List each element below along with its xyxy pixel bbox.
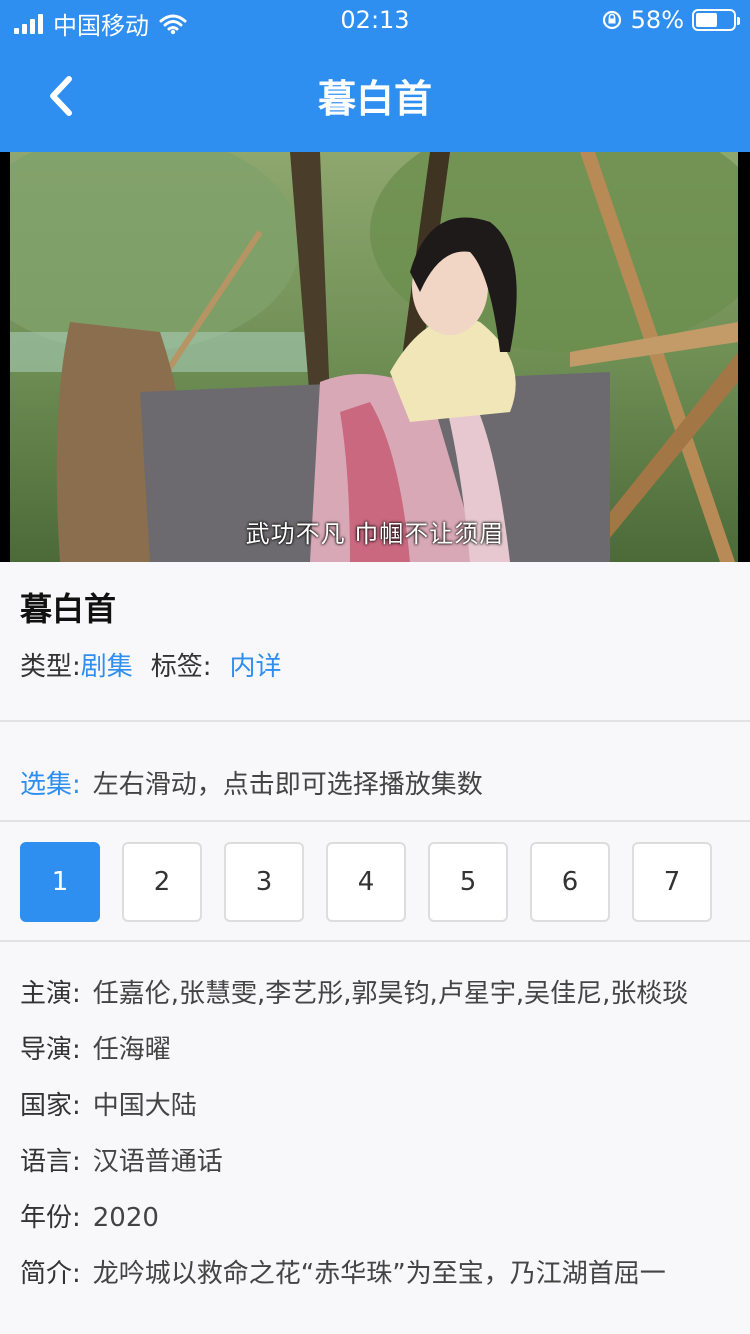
title-section: 暮白首 类型: 剧集 标签: 内详 [0,562,750,720]
info-year: 年份: 2020 [20,1190,720,1246]
page-title: 暮白首 [317,77,432,121]
episode-selector-header: 选集: 左右滑动，点击即可选择播放集数 [20,764,483,801]
divider [0,820,750,822]
intro-value: 龙吟城以救命之花“赤华珠”为至宝，乃江湖首屈一 [92,1259,666,1289]
type-label: 类型: [20,652,81,682]
episode-button[interactable]: 3 [224,842,304,922]
info-intro: 简介: 龙吟城以救命之花“赤华珠”为至宝，乃江湖首屈一 [20,1246,720,1302]
episode-button[interactable]: 4 [326,842,406,922]
battery-fill [696,13,717,27]
cast-value: 任嘉伦,张慧雯,李艺彤,郭昊钧,卢星宇,吴佳尼,张棪琰 [92,979,689,1009]
info-country: 国家: 中国大陆 [20,1078,720,1134]
info-director: 导演: 任海曜 [20,1022,720,1078]
tag-label: 标签: [150,652,212,682]
intro-label: 简介: [20,1259,81,1289]
battery-percent: 58% [630,6,684,34]
language-value: 汉语普通话 [92,1147,223,1177]
nav-bar: 暮白首 [0,40,750,152]
language-label: 语言: [20,1147,81,1177]
episode-button[interactable]: 7 [632,842,712,922]
divider [0,940,750,942]
year-value: 2020 [92,1203,159,1233]
episode-hint: 左右滑动，点击即可选择播放集数 [92,770,483,800]
director-label: 导演: [20,1035,81,1065]
divider [0,720,750,722]
episode-list: 1234567 [20,842,712,922]
director-value: 任海曜 [92,1035,171,1065]
battery-icon [692,9,740,31]
status-right: 58% [601,6,740,34]
year-label: 年份: [20,1203,81,1233]
show-title: 暮白首 [20,590,117,628]
video-subtitle: 武功不凡 巾帼不让须眉 [245,520,505,548]
type-link[interactable]: 剧集 [81,646,133,683]
episode-button[interactable]: 6 [530,842,610,922]
country-value: 中国大陆 [92,1091,197,1121]
info-language: 语言: 汉语普通话 [20,1134,720,1190]
orientation-lock-icon [602,10,621,30]
episode-label: 选集: [20,770,81,800]
video-player[interactable]: 武功不凡 巾帼不让须眉 [0,152,750,562]
meta-line: 类型: 剧集 标签: 内详 [20,646,282,683]
episode-button[interactable]: 1 [20,842,100,922]
status-bar: 中国移动 02:13 58% [0,0,750,40]
info-cast: 主演: 任嘉伦,张慧雯,李艺彤,郭昊钧,卢星宇,吴佳尼,张棪琰 [20,966,720,1022]
show-info: 主演: 任嘉伦,张慧雯,李艺彤,郭昊钧,卢星宇,吴佳尼,张棪琰 导演: 任海曜 国家… [20,966,720,1302]
country-label: 国家: [20,1091,81,1121]
cast-label: 主演: [20,979,81,1009]
episode-button[interactable]: 5 [428,842,508,922]
tag-link[interactable]: 内详 [230,646,282,683]
video-frame [10,152,738,562]
episode-button[interactable]: 2 [122,842,202,922]
